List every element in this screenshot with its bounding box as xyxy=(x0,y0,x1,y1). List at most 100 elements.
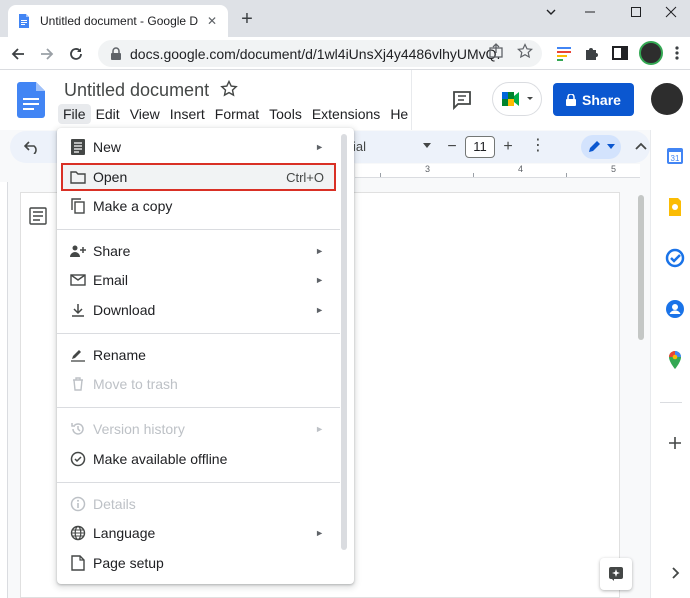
document-scrollbar[interactable] xyxy=(638,195,644,340)
menu-item-make-a-copy[interactable]: Make a copy xyxy=(57,192,340,220)
side-panel-divider xyxy=(660,402,682,403)
font-size-input[interactable]: 11 xyxy=(465,136,495,158)
svg-text:31: 31 xyxy=(671,154,680,163)
menu-item-new[interactable]: New ► xyxy=(57,133,340,161)
menu-format[interactable]: Format xyxy=(210,104,264,124)
new-tab-button[interactable]: + xyxy=(236,9,258,31)
explore-button[interactable] xyxy=(600,558,632,590)
menu-item-label: Page setup xyxy=(93,555,164,571)
menu-item-label: Details xyxy=(93,496,136,512)
menu-item-rename[interactable]: Rename xyxy=(57,341,340,369)
meet-icon xyxy=(502,92,519,106)
submenu-arrow-icon: ► xyxy=(315,528,324,538)
meet-button[interactable] xyxy=(492,82,542,116)
menu-edit[interactable]: Edit xyxy=(91,104,125,124)
document-icon xyxy=(69,138,87,156)
menu-item-email[interactable]: Email ► xyxy=(57,266,340,294)
contacts-icon[interactable] xyxy=(665,299,685,319)
menu-tools[interactable]: Tools xyxy=(264,104,307,124)
menu-item-share[interactable]: Share ► xyxy=(57,237,340,265)
forward-icon[interactable] xyxy=(35,42,59,66)
folder-icon xyxy=(69,168,87,186)
menu-item-shortcut: Ctrl+O xyxy=(286,169,324,185)
back-icon[interactable] xyxy=(6,42,30,66)
submenu-arrow-icon: ► xyxy=(315,275,324,285)
trash-icon xyxy=(69,375,87,393)
share-button[interactable]: Share xyxy=(553,83,634,116)
menu-file[interactable]: File xyxy=(58,104,91,124)
account-avatar[interactable] xyxy=(651,83,683,115)
horizontal-ruler[interactable]: 3 4 5 xyxy=(355,164,640,178)
menu-view[interactable]: View xyxy=(125,104,165,124)
comment-history-icon[interactable] xyxy=(451,89,473,111)
chevron-down-icon xyxy=(607,144,615,149)
editing-mode-button[interactable] xyxy=(581,135,621,159)
info-icon xyxy=(69,495,87,513)
menu-insert[interactable]: Insert xyxy=(165,104,210,124)
submenu-arrow-icon: ► xyxy=(315,142,324,152)
menu-item-open[interactable]: Open Ctrl+O xyxy=(61,163,336,191)
font-family-select[interactable]: ial xyxy=(353,139,366,154)
maps-icon[interactable] xyxy=(665,350,685,370)
address-bar[interactable]: docs.google.com/document/d/1wl4iUnsXj4y4… xyxy=(98,40,542,67)
docs-logo-icon[interactable] xyxy=(17,82,45,118)
submenu-arrow-icon: ► xyxy=(315,246,324,256)
more-options-icon[interactable]: ⋮ xyxy=(530,138,546,154)
rename-icon xyxy=(69,346,87,364)
document-outline-icon[interactable] xyxy=(28,206,48,226)
menu-item-label: Move to trash xyxy=(93,376,178,392)
reload-icon[interactable] xyxy=(64,42,88,66)
menu-item-version-history: Version history ► xyxy=(57,415,340,443)
add-addon-icon[interactable] xyxy=(665,433,685,453)
menu-scrollbar[interactable] xyxy=(341,134,347,550)
menu-separator xyxy=(57,333,340,334)
calendar-icon[interactable]: 31 xyxy=(665,146,685,166)
menu-item-label: New xyxy=(93,139,122,155)
chevron-down-icon[interactable] xyxy=(423,143,431,149)
menu-item-label: Rename xyxy=(93,347,146,363)
keep-icon[interactable] xyxy=(665,197,685,217)
decrease-font-size-button[interactable]: − xyxy=(442,137,462,157)
minimize-icon[interactable] xyxy=(567,0,613,24)
menu-item-move-to-trash: Move to trash xyxy=(57,370,340,398)
window-close-icon[interactable] xyxy=(652,0,690,24)
vertical-ruler[interactable] xyxy=(0,182,8,598)
menu-item-label: Make available offline xyxy=(93,451,228,467)
ruler-label: 3 xyxy=(425,164,431,174)
menu-extensions[interactable]: Extensions xyxy=(307,104,385,124)
extensions-puzzle-icon[interactable] xyxy=(583,44,601,62)
lock-icon xyxy=(111,46,121,60)
pencil-icon xyxy=(589,141,600,152)
undo-icon[interactable] xyxy=(24,140,40,154)
extension-rainbow-icon[interactable] xyxy=(555,44,573,62)
tab-close-icon[interactable]: ✕ xyxy=(204,14,220,28)
star-icon[interactable] xyxy=(220,80,238,98)
kebab-menu-icon[interactable] xyxy=(668,44,686,62)
chevron-up-icon[interactable] xyxy=(634,139,648,153)
tab-title: Untitled document - Google Docs xyxy=(40,14,198,28)
menu-item-label: Make a copy xyxy=(93,198,173,214)
share-page-icon[interactable] xyxy=(488,43,504,59)
share-icon xyxy=(69,242,87,260)
side-panel-icon[interactable] xyxy=(611,44,629,62)
increase-font-size-button[interactable]: + xyxy=(498,137,518,157)
document-title[interactable]: Untitled document xyxy=(64,80,209,101)
browser-tab[interactable]: Untitled document - Google Docs ✕ xyxy=(8,5,228,37)
menu-item-make-available-offline[interactable]: Make available offline xyxy=(57,445,340,473)
menu-item-label: Version history xyxy=(93,421,185,437)
menu-separator xyxy=(57,407,340,408)
bookmark-star-icon[interactable] xyxy=(517,43,533,59)
menu-item-page-setup[interactable]: Page setup xyxy=(57,549,340,577)
lock-icon xyxy=(566,93,577,106)
chevron-right-icon[interactable] xyxy=(665,563,685,583)
tasks-icon[interactable] xyxy=(665,248,685,268)
offline-icon xyxy=(69,450,87,468)
share-label: Share xyxy=(582,91,621,108)
menu-item-language[interactable]: Language ► xyxy=(57,519,340,547)
ruler-tick xyxy=(473,173,474,177)
url-text: docs.google.com/document/d/1wl4iUnsXj4y4… xyxy=(130,45,500,62)
menu-help[interactable]: He xyxy=(385,104,413,124)
profile-avatar[interactable] xyxy=(639,41,663,65)
menu-item-download[interactable]: Download ► xyxy=(57,296,340,324)
menu-separator xyxy=(57,482,340,483)
